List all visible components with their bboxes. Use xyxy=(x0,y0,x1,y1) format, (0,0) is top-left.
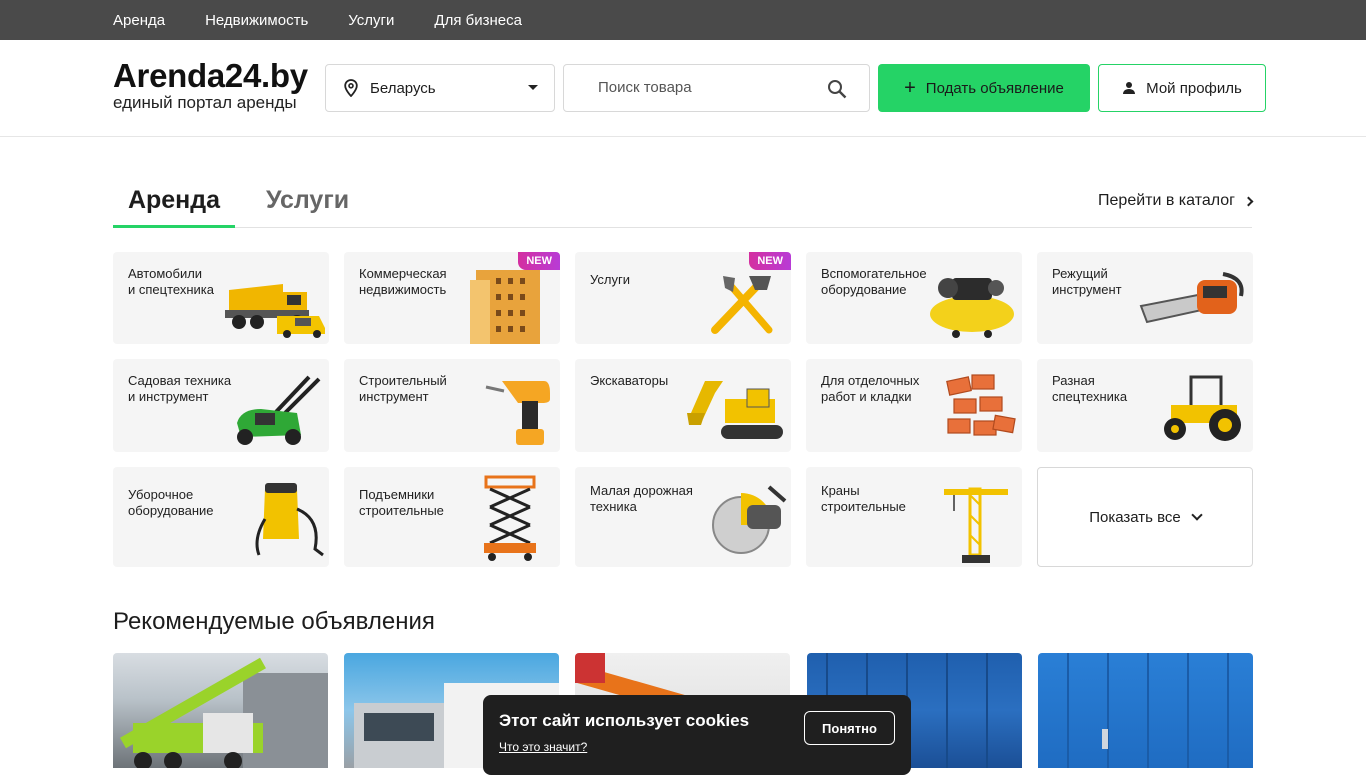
logo-subtitle: единый портал аренды xyxy=(113,93,297,112)
topnav-realty[interactable]: Недвижимость xyxy=(205,12,308,29)
vacuum-icon xyxy=(255,483,324,557)
catalog-link-label: Перейти в каталог xyxy=(1098,192,1235,209)
recommended-title: Рекомендуемые объявления xyxy=(113,608,435,635)
cookie-title: Этот сайт использует cookies xyxy=(499,711,750,730)
category-card-cutting[interactable]: Режущий инструмент xyxy=(1037,252,1253,344)
post-ad-button[interactable]: + Подать объявление xyxy=(878,64,1090,112)
category-label: Экскаваторы xyxy=(590,373,669,388)
category-label: Режущий инструмент xyxy=(1052,266,1122,297)
header: Arenda24.by единый портал аренды Беларус… xyxy=(0,40,1366,137)
catalog-link[interactable]: Перейти в каталог xyxy=(1098,192,1254,210)
user-icon xyxy=(1123,82,1136,94)
category-label: Коммерческая недвижимость xyxy=(359,266,447,297)
crane-truck-image xyxy=(120,657,328,768)
category-label: Краны строительные xyxy=(821,483,906,514)
site-logo[interactable]: Arenda24.by единый портал аренды xyxy=(113,58,308,112)
tractor-icon xyxy=(1164,375,1241,441)
category-label: Садовая техника и инструмент xyxy=(128,373,232,404)
post-ad-label: Подать объявление xyxy=(925,79,1064,97)
search-icon[interactable] xyxy=(827,79,847,99)
top-navigation: Аренда Недвижимость Услуги Для бизнеса xyxy=(0,0,1366,40)
category-card-cleaning[interactable]: Уборочное оборудование xyxy=(113,467,329,567)
topnav-services[interactable]: Услуги xyxy=(348,12,394,29)
category-card-finishing[interactable]: Для отделочных работ и кладки xyxy=(806,359,1022,452)
region-select[interactable]: Беларусь xyxy=(325,64,555,112)
tower-crane-icon xyxy=(944,487,1008,563)
category-card-garden[interactable]: Садовая техника и инструмент xyxy=(113,359,329,452)
region-label: Беларусь xyxy=(370,79,436,97)
scissor-lift-icon xyxy=(484,475,536,561)
category-card-construction-tools[interactable]: Строительный инструмент xyxy=(344,359,560,452)
category-label: Малая дорожная техника xyxy=(590,483,693,514)
category-label: Подъемники строительные xyxy=(359,487,444,518)
category-label: Услуги xyxy=(590,272,630,287)
tools-icon xyxy=(711,276,773,334)
category-label: Уборочное оборудование xyxy=(128,487,214,518)
listing-card-container-door[interactable] xyxy=(1038,653,1253,768)
topnav-business[interactable]: Для бизнеса xyxy=(434,12,522,29)
cookie-accept-button[interactable]: Понятно xyxy=(804,711,895,745)
search-box xyxy=(563,64,870,112)
search-input[interactable] xyxy=(598,79,818,96)
location-pin-icon xyxy=(344,79,358,97)
dump-truck-icon xyxy=(225,284,325,338)
category-card-auxiliary[interactable]: Вспомогательное оборудование xyxy=(806,252,1022,344)
tab-services[interactable]: Услуги xyxy=(266,186,349,215)
category-label: Для отделочных работ и кладки xyxy=(821,373,920,404)
chevron-down-icon xyxy=(528,85,538,90)
show-all-button[interactable]: Показать все xyxy=(1037,467,1253,567)
bricks-icon xyxy=(946,374,1016,436)
topnav-rent[interactable]: Аренда xyxy=(113,12,165,29)
chevron-right-icon xyxy=(1243,196,1254,206)
building-icon xyxy=(470,270,540,344)
category-card-misc-machinery[interactable]: Разная спецтехника xyxy=(1037,359,1253,452)
category-label: Автомобили и спецтехника xyxy=(128,266,214,297)
profile-button[interactable]: Мой профиль xyxy=(1098,64,1266,112)
tab-rent[interactable]: Аренда xyxy=(113,186,235,228)
cookie-info-link[interactable]: Что это значит? xyxy=(499,740,587,754)
profile-label: Мой профиль xyxy=(1146,79,1242,97)
category-card-road-machinery[interactable]: Малая дорожная техника xyxy=(575,467,791,567)
category-card-vehicles[interactable]: Автомобили и спецтехника xyxy=(113,252,329,344)
container-door-image xyxy=(1067,653,1229,768)
category-label: Вспомогательное оборудование xyxy=(821,266,927,297)
category-label: Разная спецтехника xyxy=(1052,373,1128,404)
lawn-mower-icon xyxy=(237,375,321,445)
category-card-lifts[interactable]: Подъемники строительные xyxy=(344,467,560,567)
road-saw-icon xyxy=(712,485,787,554)
plus-icon: + xyxy=(904,77,916,99)
chainsaw-icon xyxy=(1139,272,1244,324)
drill-icon xyxy=(485,381,550,445)
show-all-label: Показать все xyxy=(1089,508,1181,526)
category-card-commercial-realty[interactable]: Коммерческая недвижимость NEW xyxy=(344,252,560,344)
logo-title: Arenda24.by xyxy=(113,57,308,94)
category-card-services[interactable]: Услуги NEW xyxy=(575,252,791,344)
excavator-icon xyxy=(687,381,783,439)
listing-card-crane-truck[interactable] xyxy=(113,653,328,768)
category-card-cranes[interactable]: Краны строительные xyxy=(806,467,1022,567)
category-label: Строительный инструмент xyxy=(359,373,447,404)
category-tabs: Аренда Услуги Перейти в каталог xyxy=(113,180,1254,228)
compressor-icon xyxy=(930,278,1014,338)
cookie-banner: Этот сайт использует cookies Что это зна… xyxy=(483,695,911,775)
chevron-down-icon xyxy=(1191,509,1203,521)
category-card-excavators[interactable]: Экскаваторы xyxy=(575,359,791,452)
